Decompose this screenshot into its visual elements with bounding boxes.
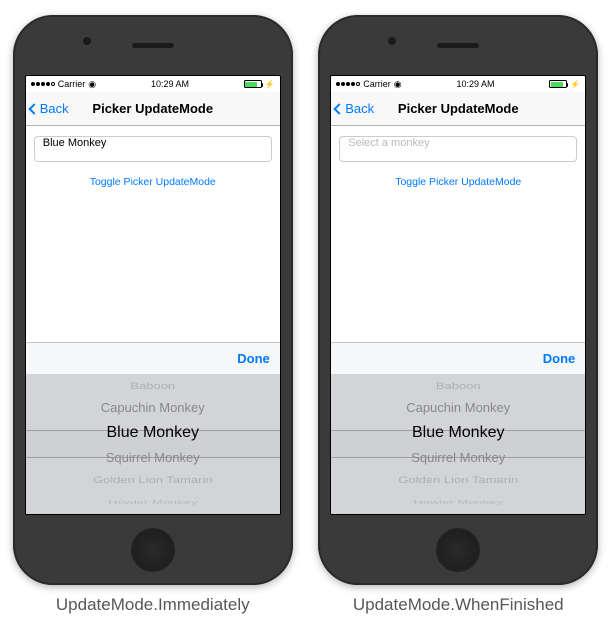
monkey-input[interactable]: Select a monkey bbox=[339, 136, 577, 162]
carrier-label: Carrier bbox=[58, 79, 86, 89]
time-label: 10:29 AM bbox=[456, 79, 494, 89]
back-label: Back bbox=[345, 101, 374, 116]
content-area: Select a monkey Toggle Picker UpdateMode bbox=[331, 126, 585, 342]
phone-device-left: Carrier ◉ 10:29 AM ⚡ Back Picker UpdateM… bbox=[13, 15, 293, 585]
back-button[interactable]: Back bbox=[335, 101, 374, 116]
screen-left: Carrier ◉ 10:29 AM ⚡ Back Picker UpdateM… bbox=[25, 75, 281, 515]
toggle-updatemode-button[interactable]: Toggle Picker UpdateMode bbox=[339, 176, 577, 188]
battery-icon bbox=[244, 80, 262, 88]
picker-wheel[interactable]: Baboon Capuchin Monkey Blue Monkey Squir… bbox=[26, 374, 280, 514]
chevron-left-icon bbox=[28, 103, 39, 114]
phones-container: Carrier ◉ 10:29 AM ⚡ Back Picker UpdateM… bbox=[0, 0, 611, 585]
picker-wheel[interactable]: Baboon Capuchin Monkey Blue Monkey Squir… bbox=[331, 374, 585, 514]
picker-item-selected[interactable]: Blue Monkey bbox=[412, 419, 505, 447]
picker-item[interactable]: Golden Lion Tamarin bbox=[398, 472, 518, 487]
signal-icon bbox=[336, 82, 360, 86]
picker-item[interactable]: Capuchin Monkey bbox=[406, 397, 510, 419]
charging-icon: ⚡ bbox=[265, 80, 275, 89]
status-left: Carrier ◉ bbox=[336, 79, 401, 89]
screen-right: Carrier ◉ 10:29 AM ⚡ Back Picker UpdateM… bbox=[330, 75, 586, 515]
picker-toolbar: Done bbox=[26, 342, 280, 374]
captions-row: UpdateMode.Immediately UpdateMode.WhenFi… bbox=[0, 585, 611, 615]
picker-items: Baboon Capuchin Monkey Blue Monkey Squir… bbox=[93, 375, 213, 513]
phone-device-right: Carrier ◉ 10:29 AM ⚡ Back Picker UpdateM… bbox=[318, 15, 598, 585]
battery-icon bbox=[549, 80, 567, 88]
wifi-icon: ◉ bbox=[88, 80, 96, 89]
picker-item[interactable]: Squirrel Monkey bbox=[411, 447, 505, 469]
wifi-icon: ◉ bbox=[394, 80, 402, 89]
done-button[interactable]: Done bbox=[543, 351, 576, 366]
monkey-input[interactable]: Blue Monkey bbox=[34, 136, 272, 162]
picker-item[interactable]: Baboon bbox=[130, 378, 175, 393]
home-button[interactable] bbox=[131, 528, 175, 572]
content-area: Blue Monkey Toggle Picker UpdateMode bbox=[26, 126, 280, 342]
status-bar: Carrier ◉ 10:29 AM ⚡ bbox=[331, 76, 585, 92]
caption-right: UpdateMode.WhenFinished bbox=[318, 595, 598, 615]
chevron-left-icon bbox=[334, 103, 345, 114]
home-button[interactable] bbox=[436, 528, 480, 572]
status-left: Carrier ◉ bbox=[31, 79, 96, 89]
status-right: ⚡ bbox=[244, 80, 275, 89]
signal-icon bbox=[31, 82, 55, 86]
back-button[interactable]: Back bbox=[30, 101, 69, 116]
picker-item-selected[interactable]: Blue Monkey bbox=[106, 419, 199, 447]
charging-icon: ⚡ bbox=[570, 80, 580, 89]
picker-item[interactable]: Capuchin Monkey bbox=[101, 397, 205, 419]
toggle-updatemode-button[interactable]: Toggle Picker UpdateMode bbox=[34, 176, 272, 188]
status-right: ⚡ bbox=[549, 80, 580, 89]
picker-item[interactable]: Baboon bbox=[436, 378, 481, 393]
picker-item[interactable]: Golden Lion Tamarin bbox=[93, 472, 213, 487]
nav-bar: Back Picker UpdateMode bbox=[26, 92, 280, 126]
picker-items: Baboon Capuchin Monkey Blue Monkey Squir… bbox=[398, 375, 518, 513]
back-label: Back bbox=[40, 101, 69, 116]
picker-item[interactable]: Howler Monkey bbox=[108, 497, 198, 507]
done-button[interactable]: Done bbox=[237, 351, 270, 366]
caption-left: UpdateMode.Immediately bbox=[13, 595, 293, 615]
status-bar: Carrier ◉ 10:29 AM ⚡ bbox=[26, 76, 280, 92]
picker-item[interactable]: Howler Monkey bbox=[413, 497, 503, 507]
carrier-label: Carrier bbox=[363, 79, 391, 89]
time-label: 10:29 AM bbox=[151, 79, 189, 89]
picker-item[interactable]: Squirrel Monkey bbox=[106, 447, 200, 469]
nav-bar: Back Picker UpdateMode bbox=[331, 92, 585, 126]
picker-toolbar: Done bbox=[331, 342, 585, 374]
